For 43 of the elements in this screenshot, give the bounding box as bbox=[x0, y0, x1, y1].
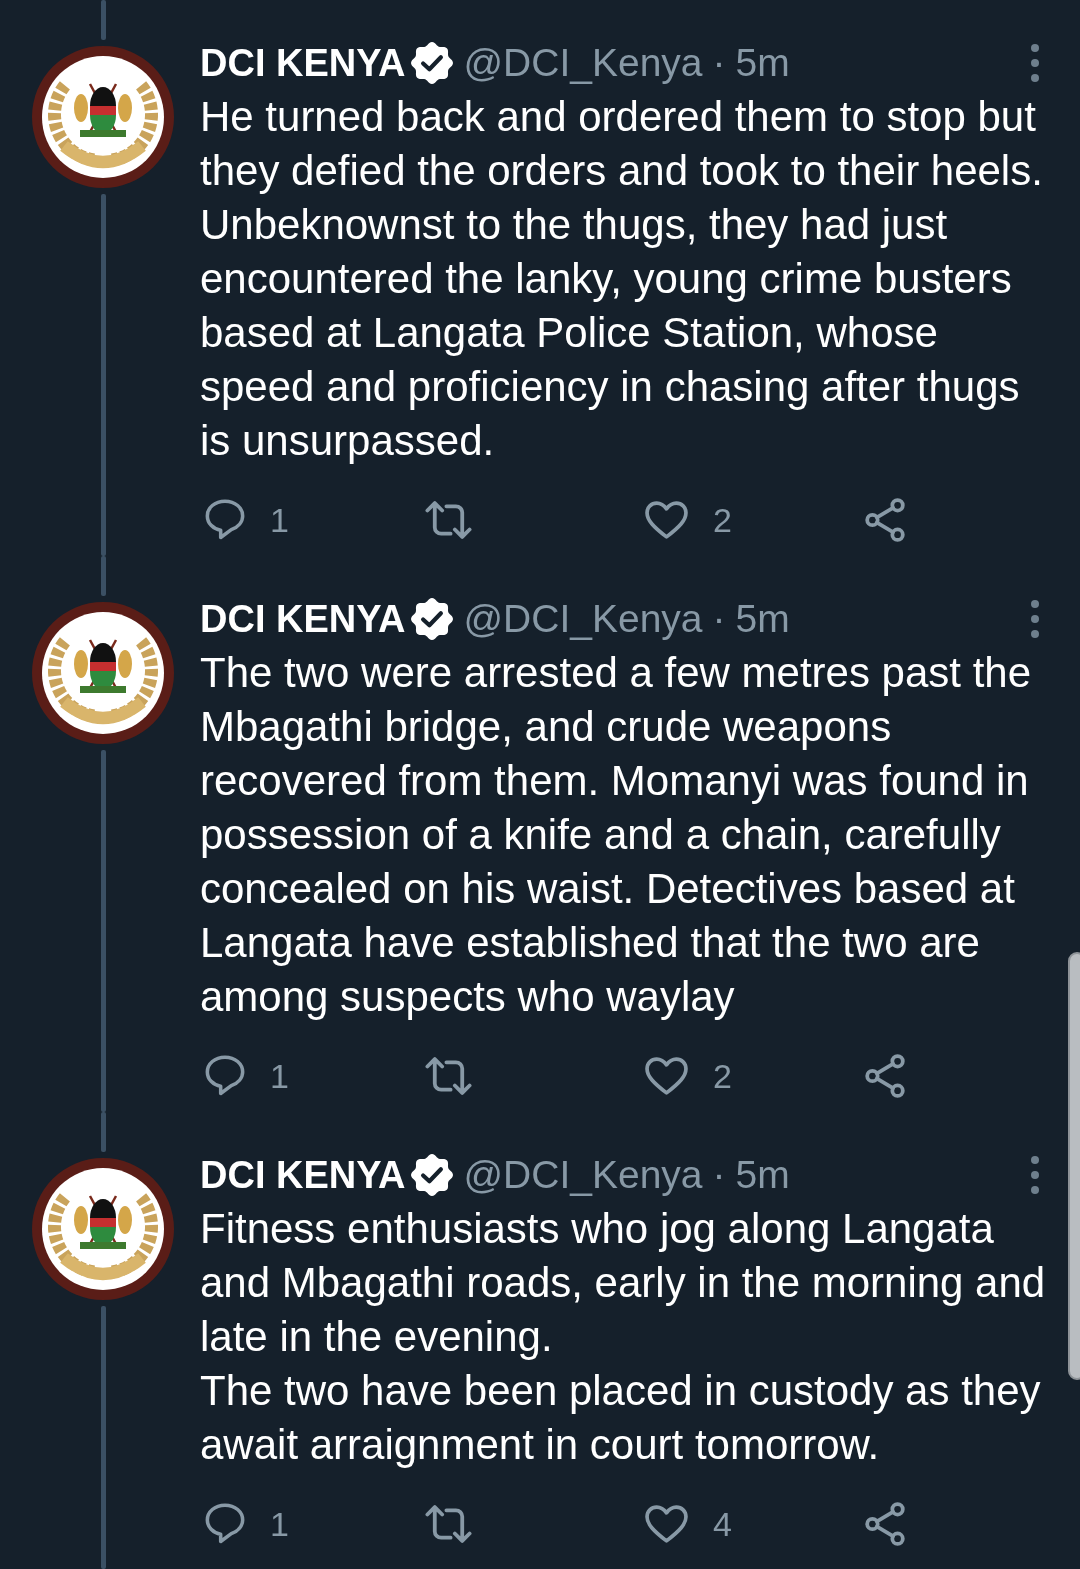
like-button[interactable]: 2 bbox=[640, 500, 732, 540]
author-name[interactable]: DCI KENYA bbox=[200, 597, 406, 641]
avatar-emblem-drawing[interactable] bbox=[32, 46, 174, 188]
more-icon bbox=[1031, 1156, 1039, 1194]
more-options-button[interactable] bbox=[1031, 1156, 1039, 1194]
reply-icon bbox=[205, 1055, 245, 1097]
more-options-button[interactable] bbox=[1031, 44, 1039, 82]
retweet-icon bbox=[425, 1505, 472, 1543]
tweet-text: He turned back and ordered them to stop but they defied the orders and took to their heels. Unbeknownst to the thugs, they had just encountered the lanky, young crime busters based at Langata Police Station, whose speed and proficiency in chasing after thugs is unsurpassed. bbox=[200, 92, 1044, 466]
like-button[interactable]: 4 bbox=[640, 1504, 732, 1544]
timestamp[interactable]: 5m bbox=[735, 41, 790, 85]
share-icon bbox=[865, 498, 905, 542]
dot-separator: · bbox=[712, 41, 726, 85]
tweet-text: The two were arrested a few metres past the Mbagathi bridge, and crude weapons recovered from them. Momanyi was found in possession of a knife and a chain, carefully concealed on his waist. Detectives based at Langata have established that the two are among suspects who waylay bbox=[200, 648, 1033, 1022]
author-handle[interactable]: @DCI_Kenya bbox=[463, 597, 703, 641]
more-icon bbox=[1031, 44, 1039, 82]
timestamp[interactable]: 5m bbox=[735, 1153, 790, 1197]
more-options-button[interactable] bbox=[1031, 600, 1039, 638]
share-icon bbox=[865, 1502, 905, 1546]
author-handle[interactable]: @DCI_Kenya bbox=[463, 1153, 703, 1197]
retweet-icon bbox=[425, 1057, 472, 1095]
retweet-icon bbox=[425, 501, 472, 539]
reply-icon bbox=[205, 1503, 245, 1545]
more-icon bbox=[1031, 600, 1039, 638]
dot-separator: · bbox=[712, 597, 726, 641]
reply-icon bbox=[205, 499, 245, 541]
avatar-emblem-drawing[interactable] bbox=[32, 602, 174, 744]
thread-line bbox=[100, 0, 106, 40]
heart-icon bbox=[645, 500, 688, 540]
reply-button[interactable]: 1 bbox=[200, 1503, 289, 1545]
timestamp[interactable]: 5m bbox=[735, 597, 790, 641]
heart-icon bbox=[645, 1056, 688, 1096]
tweet-text: Fitness enthusiasts who jog along Langata and Mbagathi roads, early in the morning and late in the evening. The two have been placed in custody as they await arraignment in court tomorrow. bbox=[200, 1204, 1047, 1470]
reply-button[interactable]: 1 bbox=[200, 499, 289, 541]
share-icon bbox=[865, 1054, 905, 1098]
reply-button[interactable]: 1 bbox=[200, 1055, 289, 1097]
like-button[interactable]: 2 bbox=[640, 1056, 732, 1096]
author-name[interactable]: DCI KENYA bbox=[200, 1153, 406, 1197]
author-name[interactable]: DCI KENYA bbox=[200, 41, 406, 85]
dot-separator: · bbox=[712, 1153, 726, 1197]
author-handle[interactable]: @DCI_Kenya bbox=[463, 41, 703, 85]
heart-icon bbox=[645, 1504, 688, 1544]
avatar-emblem-drawing[interactable] bbox=[32, 1158, 174, 1300]
